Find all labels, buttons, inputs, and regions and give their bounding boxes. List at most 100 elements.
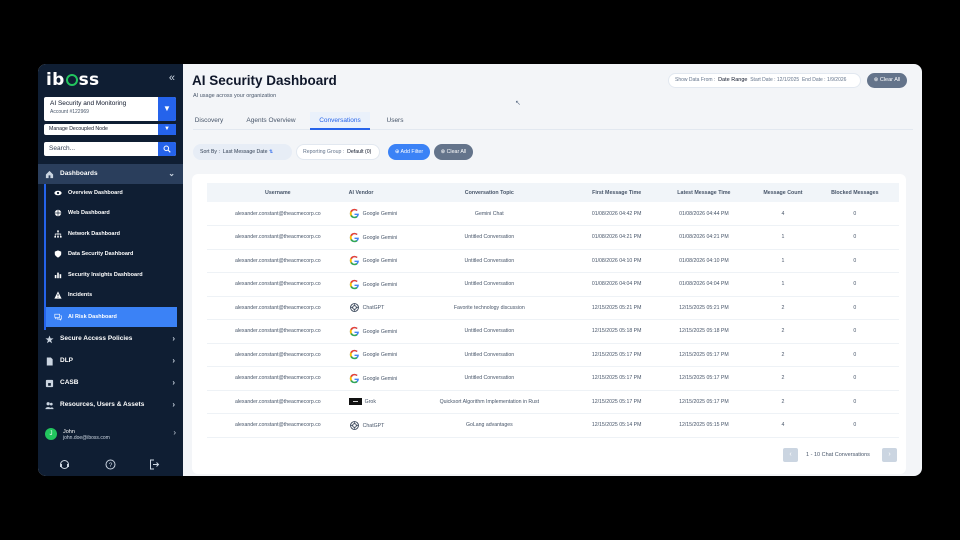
google-icon: [349, 279, 359, 289]
cell-ai-vendor: ChatGPT: [348, 413, 398, 438]
date-range-selector[interactable]: Show Data From : Date Range Start Date :…: [668, 73, 861, 88]
cell-ai-vendor: ChatGPT: [348, 296, 398, 320]
account-selector[interactable]: AI Security and Monitoring Account #1229…: [44, 97, 176, 121]
logout-icon[interactable]: [149, 457, 160, 475]
cell-message-count: 1: [755, 272, 811, 297]
cell-ai-vendor: Google Gemini: [348, 202, 398, 226]
cell-ai-vendor: Google Gemini: [348, 319, 398, 344]
chevron-down-icon[interactable]: ▼: [158, 97, 176, 121]
cell-username: alexander.constant@theacmecorp.co: [207, 249, 349, 273]
table-row[interactable]: alexander.constant@theacmecorp.co Google …: [207, 249, 899, 273]
mouse-cursor-icon: ↖: [515, 100, 521, 107]
table-row[interactable]: alexander.constant@theacmecorp.co Grok Qui…: [207, 390, 899, 414]
cell-blocked-messages: 0: [810, 202, 899, 226]
cell-ai-vendor: Google Gemini: [348, 225, 398, 250]
cell-first-message-time: 12/15/2025 05:17 PM: [580, 390, 653, 414]
chevron-right-icon: ›: [172, 334, 175, 343]
prev-page-button[interactable]: ‹: [783, 448, 798, 462]
table-row[interactable]: alexander.constant@theacmecorp.co Google …: [207, 319, 899, 344]
globe-icon: [54, 209, 62, 217]
cell-blocked-messages: 0: [810, 296, 899, 320]
support-icon[interactable]: [59, 457, 70, 475]
conversations-card: Username AI Vendor Conversation Topic Fi…: [192, 174, 906, 474]
next-page-button[interactable]: ›: [882, 448, 897, 462]
openai-icon: [349, 420, 359, 430]
sidebar-section-casb[interactable]: CASB ›: [38, 373, 183, 393]
column-header-username[interactable]: Username: [207, 183, 349, 202]
cell-latest-message-time: 12/15/2025 05:18 PM: [652, 319, 756, 344]
cell-latest-message-time: 12/15/2025 05:21 PM: [652, 296, 756, 320]
cell-conversation-topic: Quicksort Algorithm Implementation in Ru…: [397, 390, 581, 414]
column-header-blocked-messages[interactable]: Blocked Messages: [810, 183, 899, 202]
cell-message-count: 2: [755, 343, 811, 367]
openai-icon: [349, 303, 359, 313]
search-button[interactable]: [158, 142, 176, 156]
chevron-down-icon[interactable]: ▼: [158, 124, 176, 135]
help-icon[interactable]: ?: [105, 457, 116, 475]
cell-blocked-messages: 0: [810, 366, 899, 391]
cell-ai-vendor: Google Gemini: [348, 249, 398, 273]
iboss-logo[interactable]: ib ss: [46, 70, 99, 90]
sidebar-item-incidents[interactable]: Incidents: [54, 286, 185, 304]
cell-latest-message-time: 12/15/2025 05:17 PM: [652, 390, 756, 414]
user-profile[interactable]: J John john.doe@iboss.com ›: [38, 422, 183, 450]
chevron-right-icon: ›: [173, 428, 176, 437]
add-filter-button[interactable]: ⊕ Add Filter: [388, 144, 430, 160]
sidebar-item-security-insights-dashboard[interactable]: Security Insights Dashboard: [54, 266, 185, 284]
cell-username: alexander.constant@theacmecorp.co: [207, 296, 349, 320]
table-row[interactable]: alexander.constant@theacmecorp.co ChatGPT…: [207, 296, 899, 320]
google-icon: [349, 208, 359, 219]
table-row[interactable]: alexander.constant@theacmecorp.co Google …: [207, 225, 899, 250]
conversations-table: Username AI Vendor Conversation Topic Fi…: [207, 183, 899, 438]
tab-conversations[interactable]: Conversations: [310, 112, 370, 130]
table-row[interactable]: alexander.constant@theacmecorp.co Google …: [207, 202, 899, 226]
sidebar-item-data-security-dashboard[interactable]: Data Security Dashboard: [54, 245, 185, 263]
cell-first-message-time: 01/08/2026 04:04 PM: [580, 272, 653, 297]
cell-blocked-messages: 0: [810, 319, 899, 344]
cell-username: alexander.constant@theacmecorp.co: [207, 272, 349, 297]
cell-conversation-topic: Untitled Conversation: [397, 343, 581, 367]
sidebar-item-overview-dashboard[interactable]: Overview Dashboard: [54, 184, 185, 202]
tab-users[interactable]: Users: [383, 112, 407, 130]
tab-agents-overview[interactable]: Agents Overview: [241, 112, 301, 130]
column-header-ai-vendor[interactable]: AI Vendor: [348, 183, 398, 202]
column-header-first-message-time[interactable]: First Message Time: [580, 183, 653, 202]
table-row[interactable]: alexander.constant@theacmecorp.co ChatGPT…: [207, 413, 899, 438]
sidebar-section-secure-access-policies[interactable]: Secure Access Policies ›: [38, 329, 183, 349]
page-subtitle: AI usage across your organization: [193, 93, 277, 99]
cell-latest-message-time: 01/08/2026 04:04 PM: [652, 272, 756, 297]
cell-first-message-time: 12/15/2025 05:17 PM: [580, 366, 653, 391]
sidebar-section-dlp[interactable]: DLP ›: [38, 351, 183, 371]
cell-username: alexander.constant@theacmecorp.co: [207, 366, 349, 391]
column-header-latest-message-time[interactable]: Latest Message Time: [652, 183, 756, 202]
table-row[interactable]: alexander.constant@theacmecorp.co Google …: [207, 366, 899, 391]
tab-discovery[interactable]: Discovery: [193, 112, 225, 130]
chat-icon: [54, 313, 62, 321]
node-selector[interactable]: Manage Decoupled Node ▼: [44, 124, 176, 135]
clear-all-filters-button[interactable]: ⊗ Clear All: [434, 144, 473, 160]
sidebar-item-web-dashboard[interactable]: Web Dashboard: [54, 204, 185, 222]
chevron-right-icon: ›: [172, 400, 175, 409]
cell-conversation-topic: Untitled Conversation: [397, 272, 581, 297]
table-row[interactable]: alexander.constant@theacmecorp.co Google …: [207, 343, 899, 367]
double-chevron-left-icon[interactable]: «: [169, 72, 175, 84]
table-row[interactable]: alexander.constant@theacmecorp.co Google …: [207, 272, 899, 297]
sidebar-item-ai-risk-dashboard[interactable]: AI Risk Dashboard: [46, 307, 177, 327]
sidebar-item-network-dashboard[interactable]: Network Dashboard: [54, 225, 185, 243]
chevron-right-icon: ›: [172, 356, 175, 365]
sidebar: ib ss « AI Security and Monitoring Accoun…: [38, 64, 183, 476]
column-header-message-count[interactable]: Message Count: [755, 183, 811, 202]
sidebar-section-resources-users-assets[interactable]: Resources, Users & Assets ›: [38, 395, 183, 415]
eye-icon: [54, 190, 62, 196]
grok-icon: [348, 398, 362, 406]
reporting-group-selector[interactable]: Reporting Group : Default (0): [296, 144, 380, 160]
column-header-conversation-topic[interactable]: Conversation Topic: [397, 183, 581, 202]
search-input[interactable]: Search...: [44, 142, 176, 156]
sort-by-selector[interactable]: Sort By : Last Message Date ⇅: [193, 144, 292, 160]
pagination: ‹ 1 - 10 Chat Conversations ›: [783, 448, 897, 462]
table-header-row: Username AI Vendor Conversation Topic Fi…: [207, 183, 899, 202]
sidebar-section-dashboards[interactable]: Dashboards ⌄: [38, 164, 183, 184]
power-icon: [65, 74, 78, 86]
clear-all-dates-button[interactable]: ⊗ Clear All: [867, 73, 907, 88]
cell-conversation-topic: Gemini Chat: [397, 202, 581, 226]
